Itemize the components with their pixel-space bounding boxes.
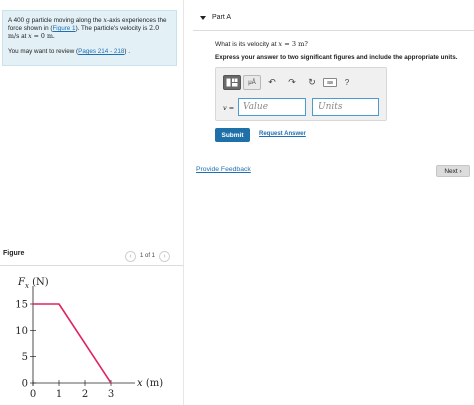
next-button[interactable]: Next › xyxy=(436,165,470,177)
review-text: You may want to review (Pages 214 - 218)… xyxy=(8,48,171,56)
x-tick-label: 2 xyxy=(82,389,88,400)
pager-text: 1 of 1 xyxy=(140,253,156,259)
help-icon[interactable]: ? xyxy=(339,75,355,90)
caret-down-icon[interactable] xyxy=(200,15,206,20)
submit-button[interactable]: Submit xyxy=(215,128,250,142)
y-tick-label: 15 xyxy=(15,300,28,311)
force-graph: 0510150 1 2 3Fx (N)x (m) xyxy=(15,277,163,400)
column-divider xyxy=(183,0,184,405)
variable: v = xyxy=(223,104,235,112)
figure-link[interactable]: Figure 1 xyxy=(52,25,75,32)
value-input[interactable]: Value xyxy=(238,98,306,116)
redo-icon[interactable]: ↷ xyxy=(283,75,301,90)
position-value: = 0 m. xyxy=(31,33,55,40)
x-tick-label: 0 xyxy=(30,389,36,400)
instruction-text: Express your answer to two significant f… xyxy=(215,54,458,61)
value-label: v = xyxy=(223,104,234,112)
part-divider xyxy=(193,30,474,31)
request-answer-link[interactable]: Request Answer xyxy=(259,131,306,137)
text-fragment: What is its velocity at xyxy=(215,41,279,48)
chevron-left-icon[interactable]: ‹ xyxy=(125,250,136,262)
review-pages-link[interactable]: Pages 214 - 218 xyxy=(78,48,124,55)
text-fragment: = 3 m? xyxy=(282,40,308,48)
force-series-line xyxy=(33,303,112,384)
y-tick-label: 5 xyxy=(22,352,28,363)
figure-heading: Figure xyxy=(3,250,25,257)
x-axis-label: x (m) xyxy=(137,378,163,389)
grid-icon xyxy=(226,78,238,87)
templates-icon[interactable] xyxy=(223,75,241,90)
text-fragment: A 400 xyxy=(8,17,26,24)
text-fragment: ) . xyxy=(124,48,130,55)
y-tick-label: 10 xyxy=(15,326,28,337)
undo-icon[interactable]: ↶ xyxy=(263,75,281,90)
text-fragment: particle moving along the xyxy=(29,17,104,24)
units-input[interactable]: Units xyxy=(312,98,379,116)
math-toolbar: μÅ ↶ ↷ ↻ ⌨ ? xyxy=(223,75,357,90)
figure-pager: ‹ 1 of 1 › xyxy=(125,250,171,262)
y-tick-label: 0 xyxy=(22,379,28,390)
answer-panel: μÅ ↶ ↷ ↻ ⌨ ? v = Value Units xyxy=(215,67,387,121)
problem-statement: A 400 g particle moving along the x-axis… xyxy=(2,10,177,66)
text-fragment: at xyxy=(19,33,29,40)
reset-icon[interactable]: ↻ xyxy=(303,75,321,90)
units-symbol-button[interactable]: μÅ xyxy=(243,75,261,90)
text-fragment: ). The particle's velocity is xyxy=(75,25,150,32)
x-tick-label: 1 xyxy=(56,389,62,400)
part-title: Part A xyxy=(212,14,232,21)
question-text: What is its velocity at x = 3 m? xyxy=(215,40,308,48)
provide-feedback-link[interactable]: Provide Feedback xyxy=(196,166,251,173)
x-tick-label: 3 xyxy=(108,389,114,400)
problem-text: A 400 g particle moving along the x-axis… xyxy=(8,17,171,41)
part-header[interactable]: Part A xyxy=(200,14,231,21)
figure-divider xyxy=(0,265,183,266)
chevron-right-icon[interactable]: › xyxy=(159,250,171,262)
keyboard-icon[interactable]: ⌨ xyxy=(323,78,337,87)
text-fragment: You may want to review ( xyxy=(8,48,79,55)
